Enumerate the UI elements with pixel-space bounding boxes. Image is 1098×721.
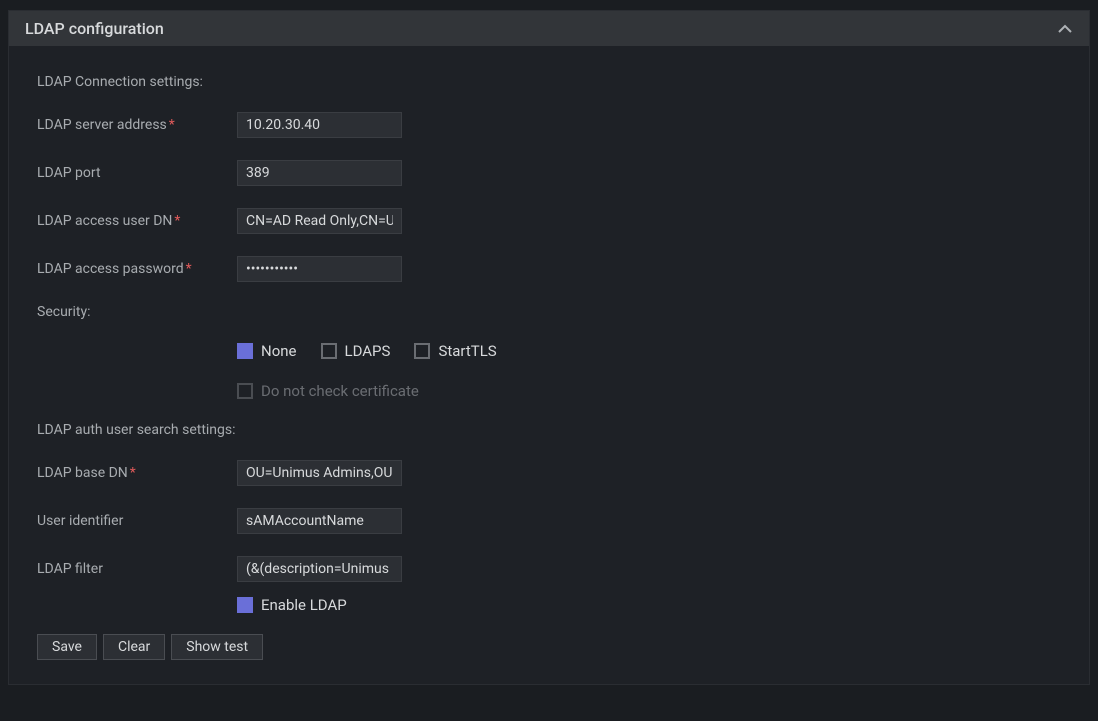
security-label: Security: xyxy=(37,304,237,320)
userdn-input[interactable] xyxy=(237,208,402,234)
security-none-radio[interactable]: None xyxy=(237,342,297,360)
filter-label: LDAP filter xyxy=(37,561,237,577)
port-row: LDAP port xyxy=(37,160,1061,186)
radio-box-icon xyxy=(321,343,337,359)
checkbox-icon xyxy=(237,383,253,399)
port-label: LDAP port xyxy=(37,165,237,181)
panel-header[interactable]: LDAP configuration xyxy=(9,11,1089,46)
port-input[interactable] xyxy=(237,160,402,186)
filter-input[interactable] xyxy=(237,556,402,582)
basedn-row: LDAP base DN* xyxy=(37,460,1061,486)
connection-section-label: LDAP Connection settings: xyxy=(37,74,1061,90)
userid-input[interactable] xyxy=(237,508,402,534)
security-row: Security: xyxy=(37,304,1061,320)
server-row: LDAP server address* xyxy=(37,112,1061,138)
basedn-input[interactable] xyxy=(237,460,402,486)
password-input[interactable] xyxy=(237,256,402,282)
server-input[interactable] xyxy=(237,112,402,138)
security-radio-group: None LDAPS StartTLS xyxy=(237,342,497,360)
userid-label: User identifier xyxy=(37,513,237,529)
search-section-label: LDAP auth user search settings: xyxy=(37,422,1061,438)
filter-row: LDAP filter xyxy=(37,556,1061,582)
password-label: LDAP access password* xyxy=(37,261,237,277)
checkbox-icon xyxy=(237,597,253,613)
security-starttls-radio[interactable]: StartTLS xyxy=(414,342,496,360)
radio-box-icon xyxy=(237,343,253,359)
password-row: LDAP access password* xyxy=(37,256,1061,282)
ldap-config-panel: LDAP configuration LDAP Connection setti… xyxy=(8,10,1090,685)
save-button[interactable]: Save xyxy=(37,634,97,660)
show-test-button[interactable]: Show test xyxy=(171,634,263,660)
security-options-row: None LDAPS StartTLS xyxy=(37,342,1061,360)
enable-ldap-checkbox[interactable]: Enable LDAP xyxy=(237,596,347,614)
nocertcheck-row: Do not check certificate xyxy=(37,382,1061,400)
clear-button[interactable]: Clear xyxy=(103,634,165,660)
userid-row: User identifier xyxy=(37,508,1061,534)
radio-box-icon xyxy=(414,343,430,359)
nocertcheck-checkbox: Do not check certificate xyxy=(237,382,419,400)
chevron-up-icon[interactable] xyxy=(1057,21,1073,37)
panel-title: LDAP configuration xyxy=(25,19,164,38)
panel-body: LDAP Connection settings: LDAP server ad… xyxy=(9,46,1089,684)
server-label: LDAP server address* xyxy=(37,117,237,133)
userdn-row: LDAP access user DN* xyxy=(37,208,1061,234)
enable-ldap-row: Enable LDAP xyxy=(37,596,1061,614)
userdn-label: LDAP access user DN* xyxy=(37,213,237,229)
security-ldaps-radio[interactable]: LDAPS xyxy=(321,342,391,360)
basedn-label: LDAP base DN* xyxy=(37,465,237,481)
button-row: Save Clear Show test xyxy=(37,634,1061,660)
